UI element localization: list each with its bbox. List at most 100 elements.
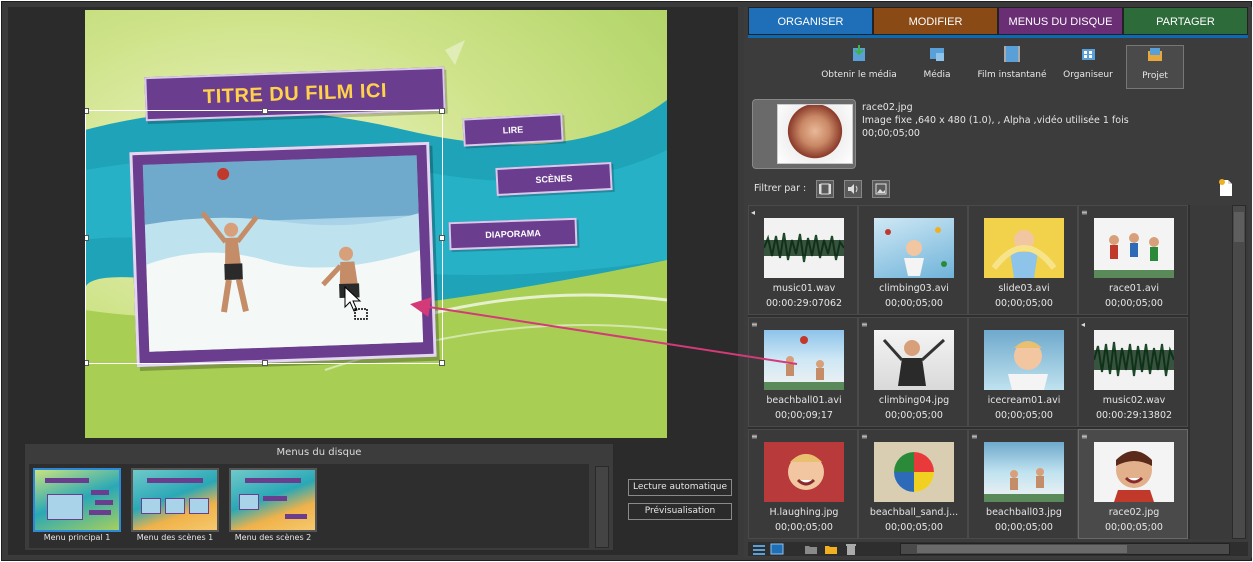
hscrollbar-thumb[interactable] <box>917 545 1127 553</box>
info-text: race02.jpg Image fixe ,640 x 480 (1.0), … <box>862 101 1129 140</box>
disc-menus-title: Menus du disque <box>276 447 362 458</box>
media-button[interactable]: Média <box>912 45 962 89</box>
clip-marker-icon: ≡ <box>971 432 978 441</box>
resize-handle-w[interactable] <box>85 235 89 241</box>
resize-handle-e[interactable] <box>439 235 445 241</box>
speaker-icon <box>848 184 858 194</box>
filter-audio-button[interactable] <box>844 180 862 198</box>
scrollbar-thumb[interactable] <box>1234 212 1244 242</box>
media-item[interactable]: ◂ music01.wav 00:00:29:07062 <box>748 205 858 315</box>
media-icon <box>930 48 944 61</box>
menu-stage[interactable]: TITRE DU FILM ICI LIRE SCÈNES DIAPORAMA <box>85 10 667 438</box>
media-name: beachball01.avi <box>766 395 842 406</box>
tab-disc-menus[interactable]: MENUS DU DISQUE <box>998 7 1123 35</box>
info-thumbnail-image <box>777 104 853 164</box>
menu-preview-pane: TITRE DU FILM ICI LIRE SCÈNES DIAPORAMA <box>8 7 738 555</box>
disc-menu-thumb-label: Menu des scènes 2 <box>234 533 312 542</box>
disc-menu-thumb[interactable]: Menu des scènes 1 <box>131 468 219 542</box>
media-name: icecream01.avi <box>987 395 1061 406</box>
media-duration: 00:00:29:07062 <box>765 298 843 309</box>
thumbnail-view-icon[interactable] <box>770 543 784 555</box>
resize-handle-nw[interactable] <box>85 108 89 114</box>
media-duration: 00;00;09;17 <box>775 410 833 421</box>
get-media-icon <box>853 45 865 61</box>
media-item[interactable]: ≡ H.laughing.jpg 00;00;05;00 <box>748 429 858 539</box>
preview-button[interactable]: Prévisualisation <box>628 503 732 520</box>
media-item[interactable]: icecream01.avi 00;00;05;00 <box>968 317 1078 427</box>
resize-handle-ne[interactable] <box>439 108 445 114</box>
list-view-icon[interactable] <box>752 543 766 555</box>
resize-handle-sw[interactable] <box>85 360 89 366</box>
disc-menus-list: Menu principal 1 Menu des scènes 1 Menu … <box>29 464 589 548</box>
media-duration: 00;00;05;00 <box>885 522 943 533</box>
media-thumbnail <box>874 330 954 390</box>
media-grid-hscrollbar[interactable] <box>900 543 1230 555</box>
media-thumbnail <box>874 442 954 502</box>
filter-bar: Filtrer par : <box>748 179 1248 201</box>
media-duration: 00;00;05;00 <box>995 298 1053 309</box>
app-window: TITRE DU FILM ICI LIRE SCÈNES DIAPORAMA <box>1 1 1252 561</box>
clip-marker-icon: ≡ <box>861 320 868 329</box>
trash-icon[interactable] <box>844 543 858 555</box>
resize-handle-n[interactable] <box>262 108 268 114</box>
media-grid-scrollbar[interactable] <box>1232 205 1246 539</box>
tab-share[interactable]: PARTAGER <box>1123 7 1248 35</box>
media-item-selected[interactable]: ≡ race02.jpg 00;00;05;00 <box>1078 429 1188 539</box>
grid-bottom-bar <box>748 542 1248 556</box>
media-thumbnail <box>1094 330 1174 390</box>
tasks-panel: ORGANISER MODIFIER MENUS DU DISQUE PARTA… <box>744 7 1252 558</box>
instant-movie-icon <box>1004 46 1020 62</box>
new-folder-icon[interactable] <box>804 543 818 555</box>
selection-box[interactable] <box>85 108 445 366</box>
disc-menus-scrollbar[interactable] <box>595 466 609 548</box>
project-button[interactable]: Projet <box>1126 45 1184 89</box>
audio-marker-icon: ◂ <box>751 208 756 217</box>
media-thumbnail <box>1094 442 1174 502</box>
organizer-label: Organiseur <box>1063 70 1113 80</box>
get-media-button[interactable]: Obtenir le média <box>814 45 904 89</box>
filter-image-button[interactable] <box>872 180 890 198</box>
media-thumbnail <box>984 330 1064 390</box>
menu-button-play[interactable]: LIRE <box>462 113 564 147</box>
media-item[interactable]: ≡ beachball01.avi 00;00;09;17 <box>748 317 858 427</box>
info-thumbnail[interactable] <box>752 99 856 169</box>
new-item-icon[interactable] <box>1218 179 1234 197</box>
info-details: Image fixe ,640 x 480 (1.0), , Alpha ,vi… <box>862 115 1129 126</box>
media-thumbnail <box>984 218 1064 278</box>
clip-marker-icon: ≡ <box>751 432 758 441</box>
resize-handle-se[interactable] <box>439 360 445 366</box>
menu-button-slideshow-label: DIAPORAMA <box>485 228 541 240</box>
media-duration: 00;00;05;00 <box>995 522 1053 533</box>
media-thumbnail <box>764 330 844 390</box>
menu-button-scenes-label: SCÈNES <box>535 173 573 185</box>
media-item[interactable]: ≡ climbing04.jpg 00;00;05;00 <box>858 317 968 427</box>
disc-menu-thumb[interactable]: Menu principal 1 <box>33 468 121 542</box>
media-item[interactable]: ≡ race01.avi 00;00;05;00 <box>1078 205 1188 315</box>
organizer-button[interactable]: Organiseur <box>1056 45 1120 89</box>
media-info: race02.jpg Image fixe ,640 x 480 (1.0), … <box>748 97 1248 175</box>
media-item[interactable]: ≡ beachball_sand.j... 00;00;05;00 <box>858 429 968 539</box>
media-item[interactable]: ◂ music02.wav 00:00:29:13802 <box>1078 317 1188 427</box>
menu-button-slideshow[interactable]: DIAPORAMA <box>448 217 578 251</box>
media-name: music01.wav <box>772 283 836 294</box>
disc-menu-thumb-label: Menu principal 1 <box>43 533 111 542</box>
image-icon <box>875 183 887 195</box>
disc-menu-thumb[interactable]: Menu des scènes 2 <box>229 468 317 542</box>
media-duration: 00;00;05;00 <box>1105 298 1163 309</box>
media-name: climbing03.avi <box>879 283 949 294</box>
media-item[interactable]: slide03.avi 00;00;05;00 <box>968 205 1078 315</box>
info-duration: 00;00;05;00 <box>862 128 920 139</box>
filter-video-button[interactable] <box>816 180 834 198</box>
autoplay-button[interactable]: Lecture automatique <box>628 479 732 496</box>
media-name: H.laughing.jpg <box>769 507 839 518</box>
disc-menu-thumb-image <box>131 468 219 532</box>
folder-icon[interactable] <box>824 543 838 555</box>
task-tabs: ORGANISER MODIFIER MENUS DU DISQUE PARTA… <box>748 7 1248 35</box>
tab-edit[interactable]: MODIFIER <box>873 7 998 35</box>
film-icon <box>819 183 831 195</box>
media-item[interactable]: climbing03.avi 00;00;05;00 <box>858 205 968 315</box>
resize-handle-s[interactable] <box>262 360 268 366</box>
tab-organize[interactable]: ORGANISER <box>748 7 873 35</box>
instant-movie-button[interactable]: Film instantané <box>972 45 1052 89</box>
media-item[interactable]: ≡ beachball03.jpg 00;00;05;00 <box>968 429 1078 539</box>
